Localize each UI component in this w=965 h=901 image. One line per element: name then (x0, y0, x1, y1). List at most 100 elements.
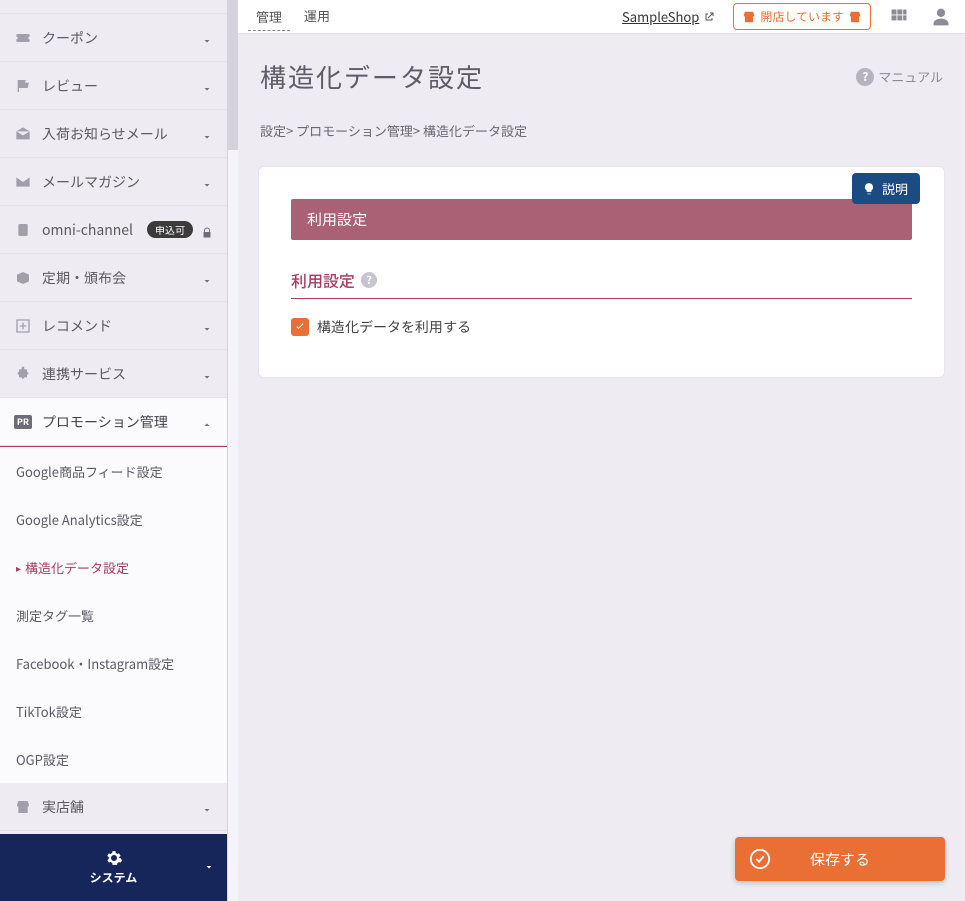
sidebar-system-button[interactable]: システム (0, 834, 227, 901)
apps-grid-button[interactable] (885, 3, 913, 31)
breadcrumb-part[interactable]: 設定 (260, 121, 286, 140)
settings-card: 説明 利用設定 利用設定 ? 構造化データを利用する (258, 166, 945, 378)
sidebar-item-label: プロモーション管理 (42, 412, 201, 432)
sidebar-sub-label: 測定タグ一覧 (16, 606, 94, 625)
sidebar: クーポン レビュー 入荷お知らせメール メールマガジン omni-cha (0, 0, 228, 901)
chevron-down-icon (201, 368, 213, 380)
chevron-down-icon (201, 128, 213, 140)
breadcrumb-part[interactable]: プロモーション管理 (296, 121, 413, 140)
sidebar-item-mail-magazine[interactable]: メールマガジン (0, 158, 227, 206)
pr-icon: PR (14, 415, 32, 429)
chevron-down-icon (203, 858, 215, 878)
store-icon (742, 10, 756, 24)
sidebar-sub-structured-data[interactable]: 構造化データ設定 (0, 543, 227, 591)
external-link-icon (703, 11, 715, 23)
device-icon (14, 221, 32, 239)
chevron-down-icon (201, 32, 213, 44)
sidebar-item-label: 定期・頒布会 (42, 268, 201, 288)
section-title-bar: 利用設定 (291, 199, 912, 240)
sidebar-item-arrival-mail[interactable]: 入荷お知らせメール (0, 110, 227, 158)
flag-icon (14, 77, 32, 95)
open-status-button[interactable]: 開店しています (733, 3, 871, 30)
chevron-down-icon (201, 801, 213, 813)
shop-name: SampleShop (622, 7, 699, 26)
open-status-label: 開店しています (760, 8, 844, 25)
sidebar-sub-facebook-instagram[interactable]: Facebook・Instagram設定 (0, 639, 227, 687)
sidebar-item-subscription[interactable]: 定期・頒布会 (0, 254, 227, 302)
sidebar-item-omni-channel[interactable]: omni-channel 申込可 (0, 206, 227, 254)
section-subtitle: 利用設定 ? (291, 268, 912, 299)
package-icon (14, 269, 32, 287)
tab-admin[interactable]: 管理 (248, 3, 290, 31)
manual-link[interactable]: ? マニュアル (856, 67, 943, 86)
store-icon (14, 798, 32, 816)
sidebar-sub-google-analytics[interactable]: Google Analytics設定 (0, 495, 227, 543)
check-circle-icon (749, 848, 771, 870)
store-icon (848, 10, 862, 24)
breadcrumb-separator: > (286, 121, 296, 140)
chevron-down-icon (201, 176, 213, 188)
user-menu-button[interactable] (927, 3, 955, 31)
sidebar-scrollbar[interactable] (228, 0, 238, 901)
topbar: 管理 運用 SampleShop 開店しています (238, 0, 965, 34)
breadcrumb: 設定> プロモーション管理> 構造化データ設定 (238, 113, 965, 152)
checkbox-label: 構造化データを利用する (317, 317, 471, 337)
gear-icon (105, 849, 123, 867)
sidebar-item-stores[interactable]: 実店舗 (0, 783, 227, 831)
explain-button[interactable]: 説明 (852, 173, 920, 204)
sidebar-sub-tracking-tags[interactable]: 測定タグ一覧 (0, 591, 227, 639)
use-structured-data-row: 構造化データを利用する (291, 317, 912, 337)
chevron-down-icon (201, 80, 213, 92)
plus-box-icon (14, 317, 32, 335)
apply-badge: 申込可 (147, 221, 193, 238)
section-subtitle-text: 利用設定 (291, 268, 355, 292)
sidebar-item-promotion[interactable]: PR プロモーション管理 (0, 398, 227, 446)
sidebar-item-label: omni-channel (42, 220, 141, 240)
sidebar-item-label: 実店舗 (42, 797, 201, 817)
mail-icon (14, 173, 32, 191)
sidebar-sub-label: Google Analytics設定 (16, 510, 143, 529)
chevron-down-icon (201, 272, 213, 284)
shop-link[interactable]: SampleShop (622, 7, 715, 26)
page-header: 構造化データ設定 ? マニュアル (238, 34, 965, 113)
sidebar-item-recommend[interactable]: レコメンド (0, 302, 227, 350)
lightbulb-icon (862, 182, 876, 196)
page-title: 構造化データ設定 (260, 58, 856, 95)
mail-open-icon (14, 125, 32, 143)
sidebar-item-integrations[interactable]: 連携サービス (0, 350, 227, 398)
tab-operation[interactable]: 運用 (296, 2, 338, 31)
sidebar-sub-google-feed[interactable]: Google商品フィード設定 (0, 447, 227, 495)
main: 管理 運用 SampleShop 開店しています 構造化データ設定 ? マニュア… (238, 0, 965, 901)
sidebar-sub-tiktok[interactable]: TikTok設定 (0, 687, 227, 735)
lock-icon (201, 224, 213, 236)
sidebar-item-review[interactable]: レビュー (0, 62, 227, 110)
chevron-down-icon (201, 320, 213, 332)
sidebar-sub-ogp[interactable]: OGP設定 (0, 735, 227, 783)
sidebar-item-label: 入荷お知らせメール (42, 124, 201, 144)
breadcrumb-separator: > (413, 121, 423, 140)
save-button[interactable]: 保存する (735, 837, 945, 881)
sidebar-item-coupon[interactable]: クーポン (0, 14, 227, 62)
use-structured-data-checkbox[interactable] (291, 318, 309, 336)
breadcrumb-part: 構造化データ設定 (423, 121, 527, 140)
sidebar-item-label: 連携サービス (42, 364, 201, 384)
sidebar-item-label: レビュー (42, 76, 201, 96)
puzzle-icon (14, 365, 32, 383)
sidebar-sub-label: Google商品フィード設定 (16, 462, 163, 481)
sidebar-sub-label: TikTok設定 (16, 702, 82, 721)
sidebar-item-label: クーポン (42, 28, 201, 48)
save-label: 保存する (810, 849, 870, 870)
ticket-icon (14, 29, 32, 47)
sidebar-sub-label: 構造化データ設定 (25, 558, 129, 577)
chevron-up-icon (201, 416, 213, 428)
explain-label: 説明 (882, 179, 908, 198)
manual-label: マニュアル (878, 67, 943, 86)
help-icon: ? (856, 68, 874, 86)
sidebar-item-label: レコメンド (42, 316, 201, 336)
sidebar-item-label: メールマガジン (42, 172, 201, 192)
sidebar-scroll: クーポン レビュー 入荷お知らせメール メールマガジン omni-cha (0, 0, 227, 834)
system-label: システム (90, 869, 138, 886)
help-icon[interactable]: ? (361, 272, 377, 288)
sidebar-sub-label: Facebook・Instagram設定 (16, 654, 174, 673)
sidebar-sub-label: OGP設定 (16, 750, 69, 769)
